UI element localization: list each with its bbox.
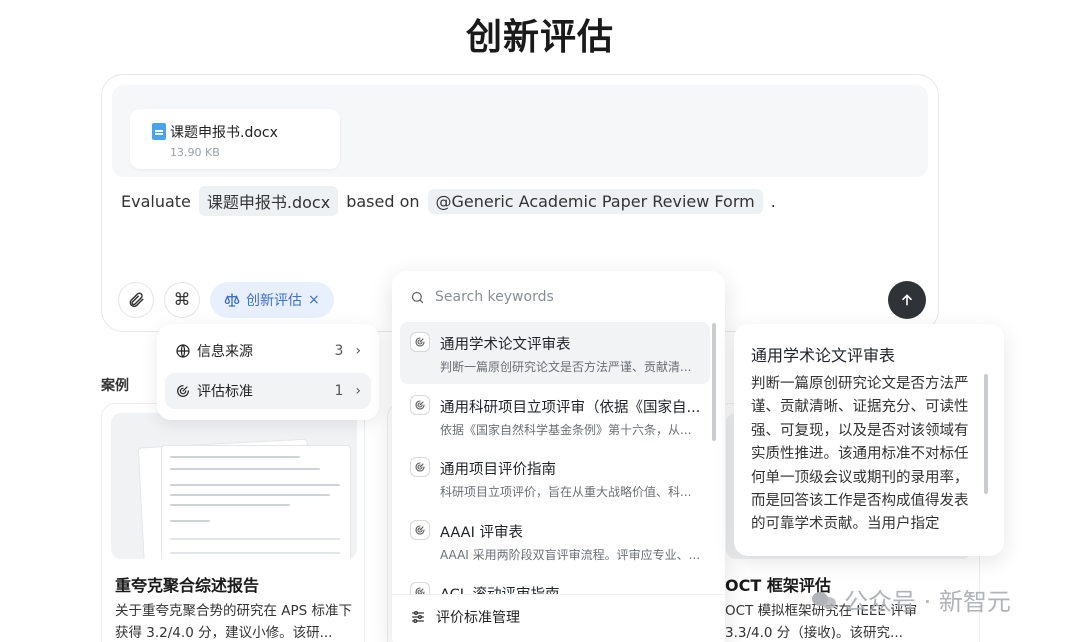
option-title: 通用项目评价指南 — [440, 462, 556, 478]
menu-item-label: 评估标准 — [197, 384, 253, 400]
send-button[interactable] — [888, 281, 926, 319]
tag-close-icon[interactable]: × — [308, 292, 320, 308]
command-button[interactable]: ⌘ — [164, 282, 200, 318]
criteria-icon — [410, 520, 430, 540]
criteria-dropdown: 通用学术论文评审表 判断一篇原创研究论文是否方法严谨、贡献清... 通用科研项目… — [392, 271, 725, 642]
criteria-option[interactable]: AAAI 评审表 AAAI 采用两阶段双盲评审流程。评审应专业、... — [400, 510, 710, 572]
menu-item-label: 信息来源 — [197, 344, 253, 360]
option-description: AAAI 采用两阶段双盲评审流程。评审应专业、... — [440, 548, 701, 562]
menu-item-sources[interactable]: 信息来源 3 › — [165, 333, 371, 369]
paperclip-icon — [129, 292, 144, 308]
menu-item-criteria[interactable]: 评估标准 1 › — [165, 373, 371, 409]
watermark: 公众号 · 新智元 — [812, 582, 1011, 617]
attachment-size: 13.90 KB — [170, 146, 220, 159]
file-mention-chip[interactable]: 课题申报书.docx — [198, 186, 339, 216]
globe-icon — [176, 344, 190, 358]
preview-body: 判断一篇原创研究论文是否方法严谨、贡献清晰、证据充分、可读性强、可复现，以及是否… — [751, 376, 969, 533]
criteria-option[interactable]: 通用学术论文评审表 判断一篇原创研究论文是否方法严谨、贡献清... — [400, 322, 710, 384]
prompt-suffix: . — [770, 191, 776, 211]
chevron-right-icon: › — [355, 383, 361, 399]
chevron-right-icon: › — [355, 343, 361, 359]
option-description: 依据《国家自然科学基金条例》第十六条，从... — [440, 423, 692, 437]
criteria-icon — [410, 395, 430, 415]
prompt-prefix: Evaluate — [121, 191, 191, 211]
case-card[interactable]: 重夸克聚合综述报告 关于重夸克聚合势的研究在 APS 标准下获得 3.2/4.0… — [101, 403, 365, 642]
manage-criteria-button[interactable]: 评价标准管理 — [410, 607, 520, 627]
prompt-text[interactable]: Evaluate 课题申报书.docx based on @Generic Ac… — [119, 186, 778, 216]
criteria-icon — [410, 457, 430, 477]
search-bar — [410, 289, 695, 305]
wechat-logo-icon — [812, 590, 838, 610]
command-icon: ⌘ — [173, 290, 191, 310]
case-description: 关于重夸克聚合势的研究在 APS 标准下获得 3.2/4.0 分，建议小修。该研… — [115, 603, 353, 641]
page-title: 创新评估 — [465, 17, 614, 58]
attach-button[interactable] — [118, 282, 154, 318]
option-description: 判断一篇原创研究论文是否方法严谨、贡献清... — [440, 360, 692, 374]
paper-preview-front — [161, 445, 351, 559]
dropdown-scrollbar[interactable] — [712, 323, 716, 441]
option-description: 科研项目立项评价，旨在从重大战略价值、科... — [440, 485, 692, 499]
sliders-icon — [412, 611, 424, 623]
case-thumbnail — [111, 413, 357, 559]
criteria-icon — [410, 332, 430, 352]
dropdown-footer: 评价标准管理 — [392, 594, 725, 642]
arrow-up-icon — [902, 294, 912, 306]
attachments-area: 课题申报书.docx 13.90 KB — [112, 85, 928, 177]
menu-item-count: 3 — [334, 343, 344, 359]
attachment-name: 课题申报书.docx — [170, 125, 278, 141]
criteria-icon — [177, 385, 189, 397]
manage-criteria-label: 评价标准管理 — [436, 610, 520, 626]
form-mention-chip[interactable]: @Generic Academic Paper Review Form — [427, 188, 763, 214]
case-title: 重夸克聚合综述报告 — [115, 576, 260, 595]
cases-label: 案例 — [101, 378, 129, 394]
watermark-text: 公众号 · 新智元 — [844, 588, 1011, 616]
tag-label: 创新评估 — [246, 293, 302, 309]
scale-icon — [224, 293, 240, 307]
search-icon — [411, 291, 424, 303]
preview-title: 通用学术论文评审表 — [751, 346, 896, 365]
criteria-option[interactable]: 通用科研项目立项评审（依据《国家自... 依据《国家自然科学基金条例》第十六条，… — [400, 385, 710, 447]
criteria-preview-panel: 通用学术论文评审表 判断一篇原创研究论文是否方法严谨、贡献清晰、证据充分、可读性… — [734, 324, 1004, 556]
evaluation-tag[interactable]: 创新评估 × — [210, 282, 334, 318]
menu-item-count: 1 — [334, 383, 344, 399]
option-title: AAAI 评审表 — [440, 525, 523, 541]
source-menu: 信息来源 3 › 评估标准 1 › — [157, 324, 379, 420]
prompt-middle: based on — [346, 191, 420, 211]
criteria-option[interactable]: 通用项目评价指南 科研项目立项评价，旨在从重大战略价值、科... — [400, 447, 710, 509]
option-title: 通用学术论文评审表 — [440, 337, 571, 353]
search-input[interactable] — [435, 289, 695, 305]
preview-scrollbar[interactable] — [984, 374, 988, 494]
option-title: 通用科研项目立项评审（依据《国家自... — [440, 400, 701, 416]
docx-file-icon — [152, 123, 166, 140]
page: 创新评估 课题申报书.docx 13.90 KB Evaluate 课题申报书.… — [0, 0, 1080, 642]
attachment-card[interactable]: 课题申报书.docx 13.90 KB — [130, 109, 340, 169]
